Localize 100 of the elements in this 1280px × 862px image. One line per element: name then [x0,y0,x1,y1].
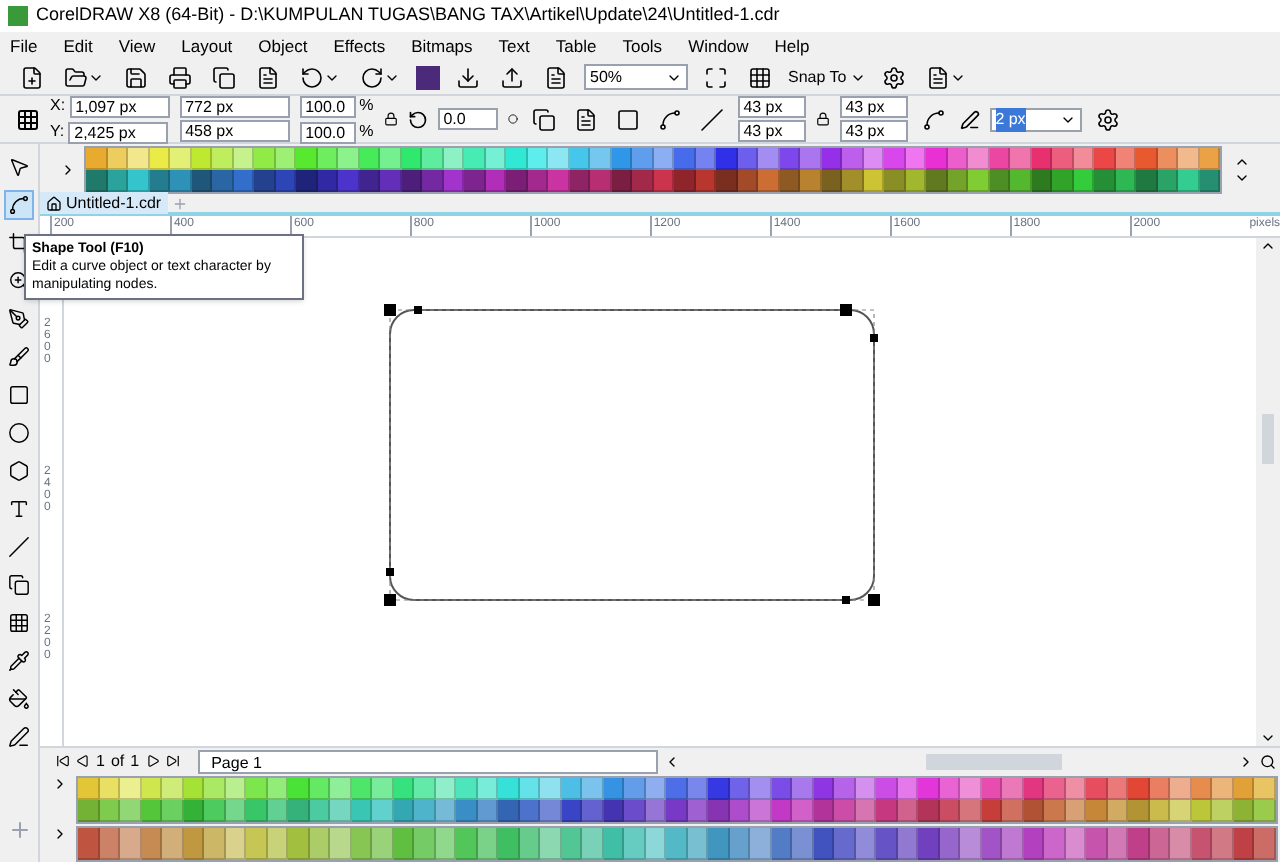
menu-item[interactable]: Object [258,33,308,59]
degree-icon [507,114,518,124]
new-file-icon [20,65,44,89]
shadow-tool-button[interactable] [4,570,34,600]
folder-icon [64,65,88,89]
previous-page-icon[interactable] [76,754,90,768]
scroll-down-icon[interactable] [1260,730,1276,746]
freehand-tool-icon [8,308,30,330]
next-page-icon[interactable] [145,754,160,768]
upload-icon [500,65,524,89]
pen-icon [959,109,980,129]
color-palette[interactable] [76,826,1277,862]
rotation-field[interactable]: 0.0 [437,108,498,130]
transparency-tool-button[interactable] [4,608,34,638]
settings-icon [882,65,907,89]
outline-tool-button[interactable] [4,722,34,752]
last-page-icon[interactable] [165,754,180,768]
lock-icon[interactable] [815,112,830,126]
print-button[interactable] [164,61,196,93]
height-field[interactable]: 458 px [179,120,290,142]
text-tool-icon [8,498,30,520]
copy-button[interactable] [208,61,240,93]
scale-x-field[interactable]: 100.0 [299,95,356,117]
save-icon [124,65,148,89]
x-label: X: [50,94,66,118]
scrollbar-thumb[interactable] [925,753,1062,769]
scrollbar-thumb[interactable] [1262,414,1274,464]
menu-item[interactable]: Tools [622,33,663,59]
line-icon [699,107,724,131]
menu-item[interactable]: Effects [333,33,386,59]
menu-item[interactable]: View [118,33,156,59]
scale-y-field[interactable]: 100.0 [299,121,356,143]
ellipse-tool-icon [8,422,30,444]
menu-item[interactable]: Edit [63,33,93,59]
full-screen-icon [704,65,728,89]
rounded-rectangle[interactable] [384,304,880,606]
ellipse-tool-button[interactable] [4,418,34,448]
menu-item[interactable]: File [10,33,38,59]
color-palette[interactable] [84,145,1222,193]
transparency-tool-icon [8,612,30,634]
color-palette[interactable] [76,776,1277,824]
y-position-field[interactable]: 2,425 px [68,121,169,143]
x-position-field[interactable]: 1,097 px [69,95,170,117]
outline-tool-icon [8,726,30,748]
document-tab[interactable]: Untitled-1.cdr [40,192,168,214]
menu-item[interactable]: Help [774,33,810,59]
eyedropper-tool-button[interactable] [4,646,34,676]
menu-item[interactable]: Window [688,33,749,59]
square-icon [615,107,640,131]
menu-item[interactable]: Table [555,33,597,59]
corner-radius-field[interactable]: 43 px [839,96,908,118]
y-label: Y: [50,120,65,144]
rectangle-tool-button[interactable] [4,380,34,410]
shadow-tool-icon [8,574,30,596]
width-field[interactable]: 772 px [179,96,290,118]
shape-tool-button[interactable] [4,190,34,220]
polygon-tool-button[interactable] [4,456,34,486]
scroll-up-icon[interactable] [1260,238,1276,254]
zoom-icon[interactable] [1260,753,1276,769]
page-number: 1 [96,749,105,773]
fill-tool-button[interactable] [4,684,34,714]
zoom-dropdown[interactable]: 50% [584,64,688,90]
scroll-right-icon[interactable] [1238,753,1254,769]
chamfered-corner-button[interactable] [695,103,728,135]
line-tool-icon [8,536,30,558]
freehand-tool-button[interactable] [4,304,34,334]
home-icon [46,195,62,211]
menu-item[interactable]: Text [498,33,530,59]
redo-icon [360,65,384,89]
mirror-button[interactable] [527,103,560,135]
curve-icon [657,107,682,131]
download-icon [456,65,480,89]
launcher-icon[interactable] [416,65,440,89]
copy-icon [212,65,236,89]
corner-radius-field[interactable]: 43 px [737,96,806,118]
snap-to-button[interactable]: Snap To [788,65,867,89]
window-title: CorelDRAW X8 (64-Bit) - D:\KUMPULAN TUGAS\BANG TAX\Artikel\Update\24\Untitled-1.cdr [36,2,780,29]
app-logo-icon [8,6,28,26]
grid-icon [748,65,772,89]
percent-label: % [359,94,374,118]
menu-item[interactable]: Bitmaps [411,33,473,59]
percent-label: % [359,120,374,144]
rotation-icon [407,109,428,129]
curve-icon [921,107,946,131]
outline-width-dropdown[interactable]: 2 px [989,107,1082,131]
printer-icon [168,65,192,89]
first-page-icon[interactable] [56,754,70,768]
fill-tool-icon [8,688,30,710]
rectangle-tool-icon [8,384,30,406]
page-of-label: of [110,749,125,773]
corner-radius-field[interactable]: 43 px [839,120,908,142]
shape-tool-icon [8,194,30,216]
page-tab[interactable]: Page 1 [197,749,658,773]
corner-radius-field[interactable]: 43 px [737,120,806,142]
artistic-tool-button[interactable] [4,342,34,372]
menu-item[interactable]: Layout [181,33,233,59]
lock-icon[interactable] [383,112,398,126]
page-total: 1 [130,749,140,773]
reference-point-icon[interactable] [16,107,40,131]
line-tool-button[interactable] [4,532,34,562]
